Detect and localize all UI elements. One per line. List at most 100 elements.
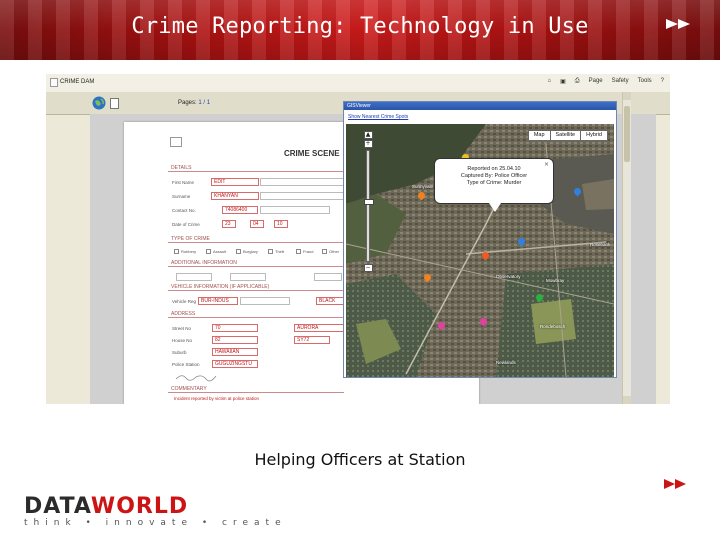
house-no-field[interactable]: 82	[212, 336, 258, 344]
browser-tab[interactable]: CRIME DAM	[60, 79, 94, 85]
vertical-scrollbar[interactable]	[622, 92, 631, 404]
dataworld-logo: DATAWORLD	[24, 494, 188, 519]
zoom-slider-thumb[interactable]	[364, 199, 374, 205]
suburb-field[interactable]: HAWAIIAN	[212, 348, 258, 356]
contact-extra[interactable]	[260, 206, 330, 214]
street-name-field[interactable]: AURORA	[294, 324, 344, 332]
map-label-6: Newlands	[496, 360, 516, 365]
section-type-of-crime: TYPE OF CRIME	[168, 236, 344, 243]
map-label-1: Sunnyvale	[412, 184, 434, 189]
field-label-house-no: House No	[172, 338, 193, 343]
tool-help[interactable]: ?	[661, 78, 664, 85]
crime-type-label-3: Burglary	[243, 249, 258, 254]
feeds-icon[interactable]: ▣	[560, 78, 566, 85]
section-additional: ADDITIONAL INFORMATION	[168, 260, 344, 267]
globe-icon[interactable]	[92, 96, 106, 110]
crime-type-checkbox-3[interactable]	[236, 249, 241, 254]
additional-field-2[interactable]	[230, 273, 266, 281]
additional-field-1[interactable]	[176, 273, 212, 281]
page-icon	[50, 78, 58, 87]
map-zoom-control: ▲ + −	[362, 130, 374, 273]
date-day-field[interactable]: 23	[222, 220, 236, 228]
section-address: ADDRESS	[168, 311, 344, 318]
field-label-station: Police Station	[172, 362, 200, 367]
nearest-crime-link[interactable]: Show Nearest Crime Spots	[348, 114, 408, 120]
zoom-out-button[interactable]: −	[363, 264, 373, 272]
street-no-field[interactable]: 70	[212, 324, 258, 332]
zoom-slider[interactable]	[364, 150, 374, 262]
screenshot-frame: CRIME DAM ⌂ ▣ ⎙ Page Safety Tools ? Page…	[46, 74, 670, 404]
additional-field-3[interactable]	[314, 273, 342, 281]
pages-indicator: Pages: 1 / 1	[178, 100, 210, 106]
gis-viewer-window: GISViewer Show Nearest Crime Spots Map S…	[343, 101, 617, 378]
info-line-reported: Reported on 25.04.10	[467, 166, 521, 172]
crime-type-checkbox-5[interactable]	[296, 249, 301, 254]
field-label-contact: Contact No.	[172, 208, 196, 213]
section-commentary: COMMENTARY	[168, 386, 344, 393]
scroll-up-button[interactable]	[623, 92, 631, 100]
pan-up-icon[interactable]: ▲	[363, 131, 373, 139]
date-month-field[interactable]: 04	[250, 220, 264, 228]
surname-extra[interactable]	[260, 192, 344, 200]
field-label-suburb: Suburb	[172, 350, 187, 355]
crime-type-label-2: Assault	[213, 249, 227, 254]
vehicle-colour-field[interactable]: BLACK	[316, 297, 344, 305]
logo-part-world: WORLD	[90, 494, 189, 519]
slide-title: Crime Reporting: Technology in Use	[131, 14, 589, 39]
map-label-2: Observatory	[496, 274, 521, 279]
section-details: DETAILS	[168, 165, 344, 172]
info-popup-text: Reported on 25.04.10 Captured By: Police…	[441, 166, 547, 187]
section-vehicle: VEHICLE INFORMATION (IF APPLICABLE)	[168, 284, 344, 291]
field-label-first-name: First Name	[172, 180, 195, 185]
crime-info-popup: × Reported on 25.04.10 Captured By: Poli…	[434, 158, 554, 212]
field-label-surname: Surname	[172, 194, 191, 199]
first-name-field[interactable]: EDIT	[211, 178, 259, 186]
contact-field[interactable]: 74086400	[222, 206, 258, 214]
tool-page[interactable]: Page	[589, 78, 603, 85]
vehicle-reg-field[interactable]: BUR-INDUS	[198, 297, 238, 305]
crime-type-checkbox-1[interactable]	[174, 249, 179, 254]
map-label-3: Mowbray	[546, 278, 565, 283]
map-label-4: Rosebank	[590, 242, 611, 247]
tool-safety[interactable]: Safety	[612, 78, 629, 85]
crime-type-checkbox-6[interactable]	[322, 249, 327, 254]
slide-header: Crime Reporting: Technology in Use	[0, 0, 720, 60]
commentary-text[interactable]: Incident reported by victim at police st…	[174, 396, 259, 401]
browser-tools: ⌂ ▣ ⎙ Page Safety Tools ?	[548, 78, 665, 85]
map-type-satellite[interactable]: Satellite	[549, 130, 582, 141]
crime-type-label-5: Fraud	[303, 249, 314, 254]
form-title: CRIME SCENE	[284, 149, 340, 158]
scroll-down-button[interactable]	[623, 396, 631, 404]
slide-caption: Helping Officers at Station	[254, 450, 466, 469]
double-arrow-icon	[666, 19, 690, 29]
map-type-hybrid[interactable]: Hybrid	[580, 130, 608, 141]
vehicle-extra-field[interactable]	[240, 297, 290, 305]
tool-tools[interactable]: Tools	[638, 78, 652, 85]
info-line-captured: Captured By: Police Officer	[460, 173, 528, 179]
pages-value[interactable]: 1 / 1	[198, 100, 210, 106]
date-year-field[interactable]: 10	[274, 220, 288, 228]
gis-window-title: GISViewer	[344, 102, 616, 110]
satellite-map[interactable]: Map Satellite Hybrid ▲ + − × Reported on…	[346, 124, 614, 377]
home-icon[interactable]: ⌂	[548, 78, 552, 85]
crime-type-checkbox-2[interactable]	[206, 249, 211, 254]
map-type-switcher: Map Satellite Hybrid	[527, 130, 608, 141]
field-label-street-no: Street No	[172, 326, 192, 331]
document-icon[interactable]	[110, 98, 119, 109]
print-icon[interactable]: ⎙	[575, 78, 580, 85]
info-line-type: Type of Crime: Murder	[466, 180, 522, 186]
suburb-code-field[interactable]: SY72	[294, 336, 330, 344]
scroll-thumb[interactable]	[624, 106, 630, 162]
crime-type-checkbox-4[interactable]	[268, 249, 273, 254]
signature-icon	[175, 375, 217, 382]
map-type-map[interactable]: Map	[527, 130, 551, 141]
surname-field[interactable]: KHANYAN	[211, 192, 259, 200]
crime-type-label-4: Theft	[275, 249, 285, 254]
zoom-in-button[interactable]: +	[363, 140, 373, 148]
station-field[interactable]: GUGUZINGSTU	[212, 360, 258, 368]
crime-type-label-6: Other	[329, 249, 340, 254]
field-label-date: Date of Crime	[172, 222, 200, 227]
brand-tagline: think • innovate • create	[24, 518, 287, 528]
first-name-extra[interactable]	[260, 178, 344, 186]
pages-label: Pages:	[178, 100, 197, 106]
